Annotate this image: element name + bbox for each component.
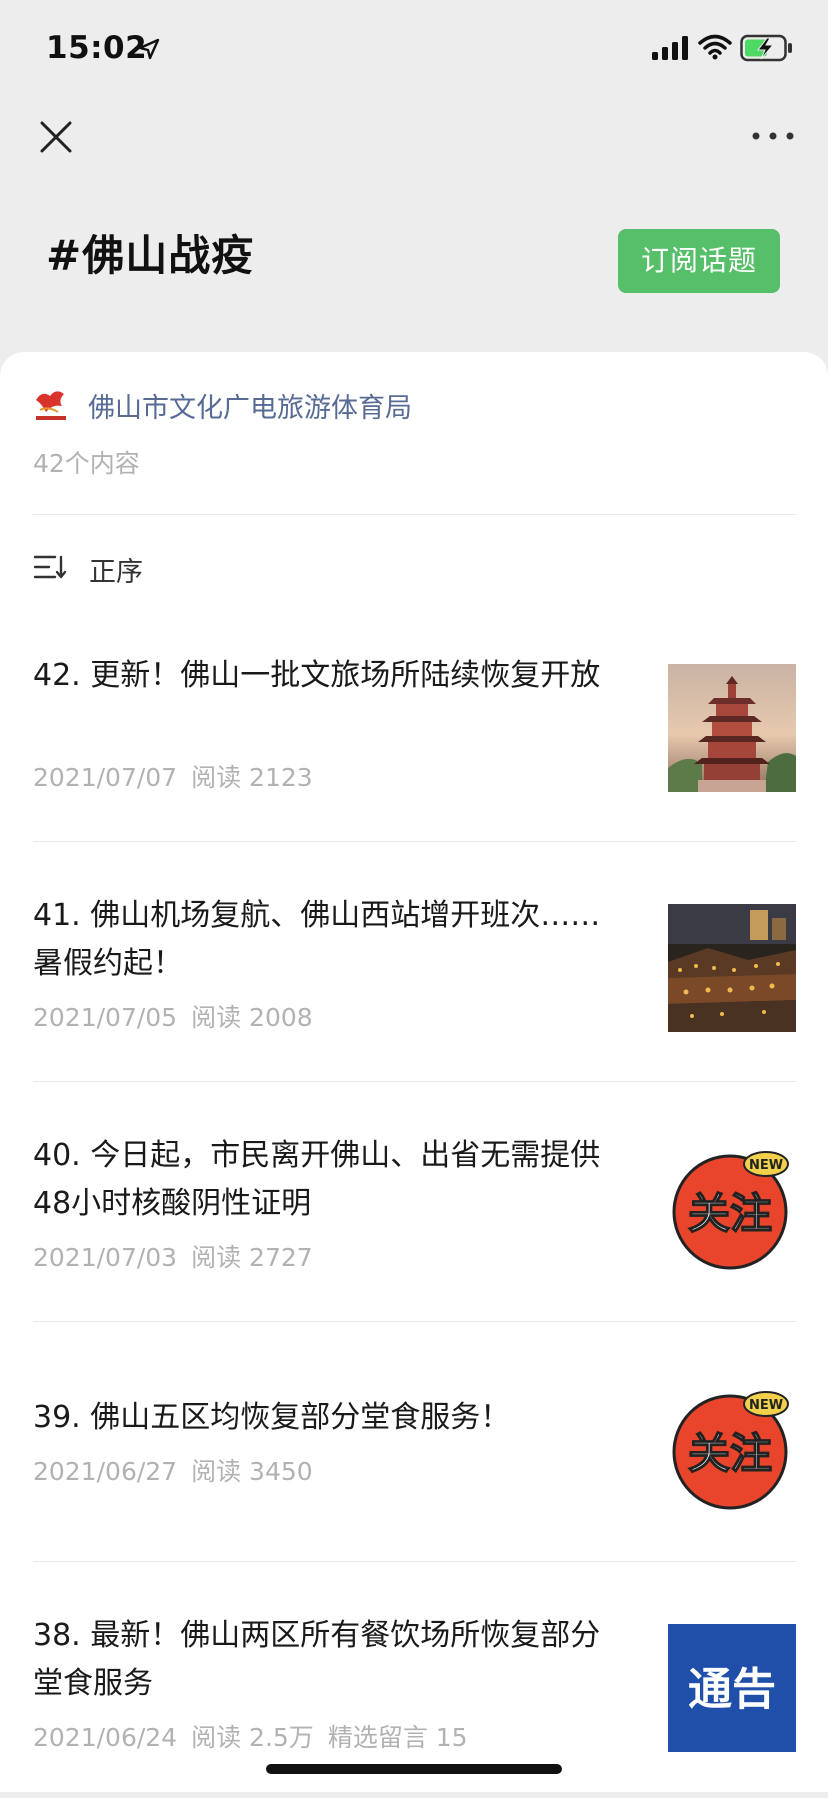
article-date: 2021/06/24 [33,1723,178,1752]
article-thumbnail: 通告 [668,1624,796,1752]
divider [33,514,796,515]
topic-title: #佛山战疫 [46,231,255,280]
divider [33,841,796,842]
badge-tag: NEW [749,1398,783,1413]
notice-text: 通告 [688,1664,776,1715]
wifi-icon [698,34,732,60]
follow-badge-image: 关注 NEW [668,1384,796,1512]
article-meta: 2021/07/05 阅读 2008 [33,998,327,1034]
article-thumbnail [668,904,796,1032]
sort-label: 正序 [89,557,143,588]
divider [33,1081,796,1082]
content-count: 42个内容 [33,449,140,478]
author-name-link[interactable]: 佛山市文化广电旅游体育局 [88,386,412,425]
article-date: 2021/06/27 [33,1457,178,1486]
article-item[interactable]: 41. 佛山机场复航、佛山西站增开班次……暑假约起！ 2021/07/05 阅读 … [0,888,828,1112]
article-thumbnail: 关注 NEW [668,1384,796,1512]
subscribe-topic-button[interactable]: 订阅话题 [618,229,780,293]
night-town-image [668,904,796,1032]
article-meta: 2021/06/27 阅读 3450 [33,1452,327,1488]
badge-text: 关注 [688,1429,772,1478]
article-title: 41. 佛山机场复航、佛山西站增开班次……暑假约起！ [33,898,601,981]
home-indicator[interactable] [266,1764,562,1774]
author-logo-icon [36,391,66,420]
article-reads: 阅读 2123 [191,763,313,792]
article-meta: 2021/06/24 阅读 2.5万 精选留言 15 [33,1718,482,1754]
notice-image: 通告 [668,1624,796,1752]
close-icon[interactable] [36,117,76,157]
article-title: 39. 佛山五区均恢复部分堂食服务！ [33,1400,511,1435]
divider [33,1561,796,1562]
divider [33,1321,796,1322]
more-options-icon[interactable] [748,128,798,144]
battery-charging-icon [740,34,792,62]
article-item[interactable]: 42. 更新！佛山一批文旅场所陆续恢复开放 2021/07/07 阅读 2123 [0,648,828,872]
status-time: 15:02 [46,30,148,66]
article-reads: 阅读 3450 [191,1457,313,1486]
article-comments: 精选留言 15 [327,1723,468,1752]
status-bar: 15:02 [0,0,828,100]
article-thumbnail: 关注 NEW [668,1144,796,1272]
article-meta: 2021/07/03 阅读 2727 [33,1238,327,1274]
content-card: 佛山市文化广电旅游体育局 42个内容 正序 42. 更新！佛山一批文旅场所陆续恢… [0,352,828,1792]
badge-tag: NEW [749,1158,783,1173]
location-arrow-icon [138,38,160,60]
article-meta: 2021/07/07 阅读 2123 [33,758,327,794]
article-date: 2021/07/07 [33,763,178,792]
article-item[interactable]: 40. 今日起，市民离开佛山、出省无需提供48小时核酸阴性证明 2021/07/… [0,1128,828,1352]
article-title: 42. 更新！佛山一批文旅场所陆续恢复开放 [33,658,601,693]
article-thumbnail [668,664,796,792]
cellular-signal-icon [652,36,688,60]
article-date: 2021/07/03 [33,1243,178,1272]
article-reads: 阅读 2008 [191,1003,313,1032]
article-item[interactable]: 39. 佛山五区均恢复部分堂食服务！ 2021/06/27 阅读 3450 关注 … [0,1368,828,1592]
article-title: 40. 今日起，市民离开佛山、出省无需提供48小时核酸阴性证明 [33,1138,601,1221]
pagoda-image [668,664,796,792]
article-date: 2021/07/05 [33,1003,178,1032]
article-title: 38. 最新！佛山两区所有餐饮场所恢复部分堂食服务 [33,1618,601,1701]
follow-badge-image: 关注 NEW [668,1144,796,1272]
article-reads: 阅读 2727 [191,1243,313,1272]
article-reads: 阅读 2.5万 [191,1723,314,1752]
sort-icon [33,555,67,579]
badge-text: 关注 [688,1189,772,1238]
